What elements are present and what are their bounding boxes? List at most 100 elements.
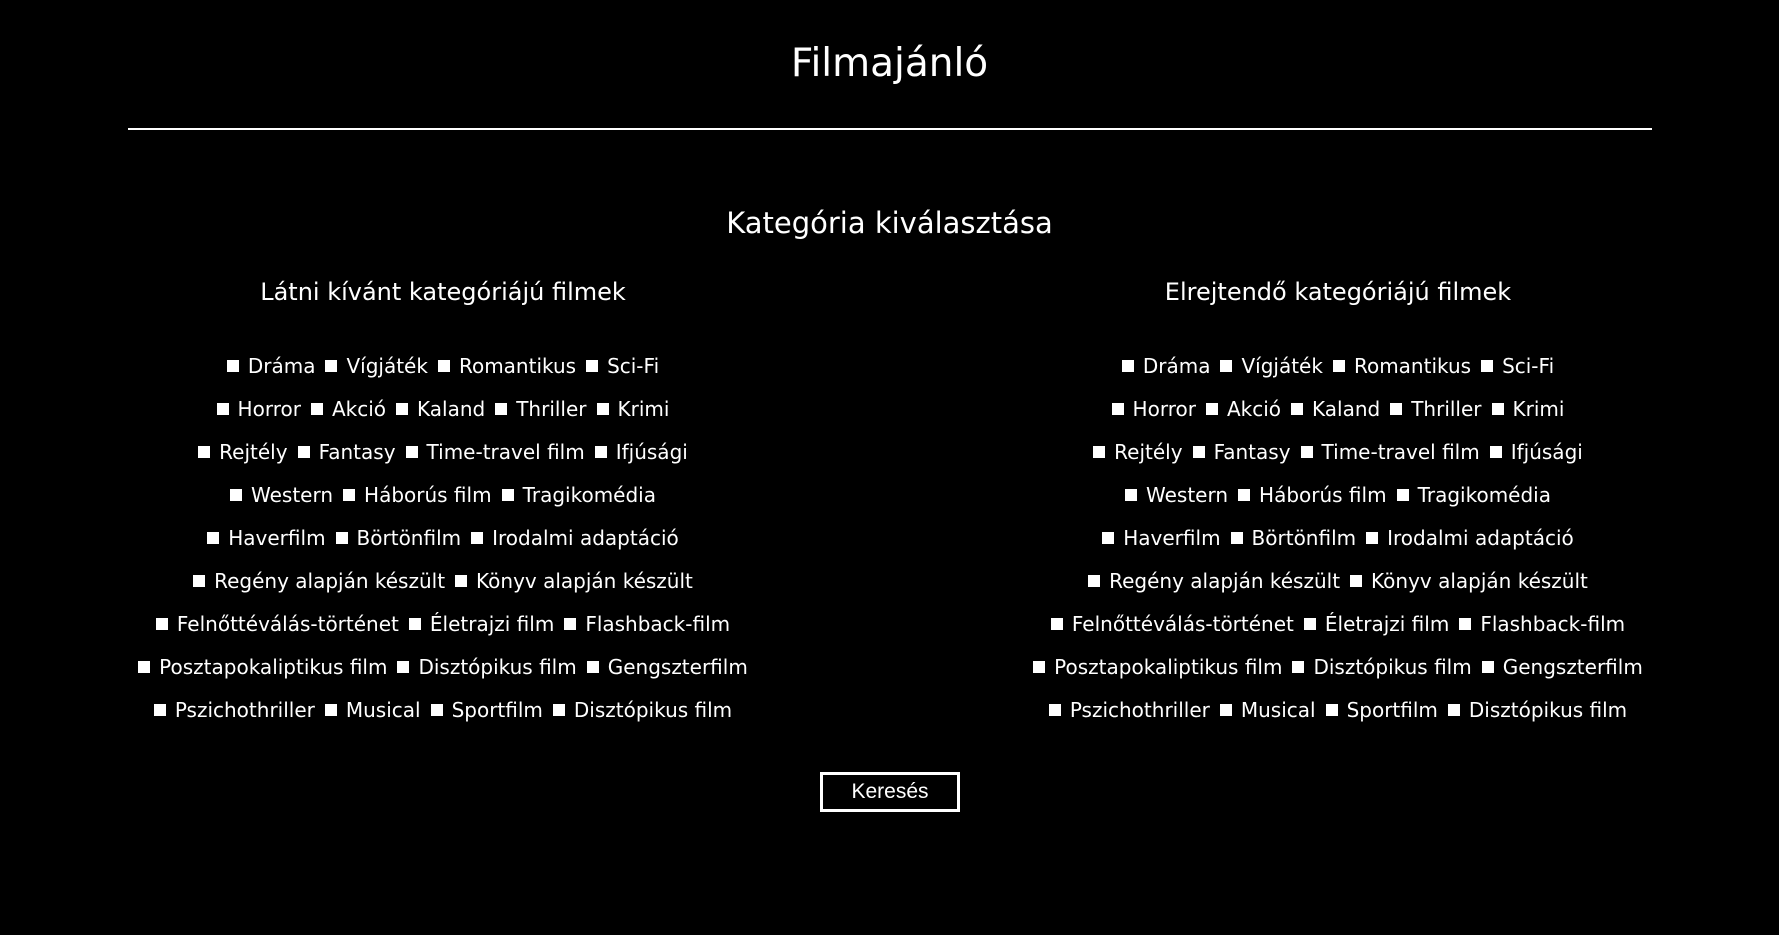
exclude-category-checkbox[interactable]: Könyv alapján készült xyxy=(1350,560,1588,603)
unchecked-square-icon[interactable] xyxy=(1291,403,1303,415)
unchecked-square-icon[interactable] xyxy=(552,704,565,716)
exclude-category-checkbox[interactable]: Vígjáték xyxy=(1220,345,1323,388)
include-category-checkbox[interactable]: Haverfilm xyxy=(207,517,326,560)
include-category-checkbox[interactable]: Vígjáték xyxy=(325,345,428,388)
unchecked-square-icon[interactable] xyxy=(1332,360,1345,372)
unchecked-square-icon[interactable] xyxy=(297,446,310,458)
unchecked-square-icon[interactable] xyxy=(1088,575,1101,587)
unchecked-square-icon[interactable] xyxy=(216,403,229,415)
unchecked-square-icon[interactable] xyxy=(1192,446,1205,458)
exclude-category-checkbox[interactable]: Tragikomédia xyxy=(1396,474,1551,517)
include-category-checkbox[interactable]: Western xyxy=(230,474,333,517)
include-category-checkbox[interactable]: Sportfilm xyxy=(430,689,543,732)
unchecked-square-icon[interactable] xyxy=(408,618,421,630)
unchecked-square-icon[interactable] xyxy=(594,446,607,458)
exclude-category-checkbox[interactable]: Musical xyxy=(1219,689,1316,732)
exclude-category-checkbox[interactable]: Akció xyxy=(1205,388,1281,431)
exclude-category-checkbox[interactable]: Western xyxy=(1125,474,1228,517)
include-category-checkbox[interactable]: Háborús film xyxy=(343,474,492,517)
unchecked-square-icon[interactable] xyxy=(1230,532,1243,544)
unchecked-square-icon[interactable] xyxy=(1481,360,1494,372)
unchecked-square-icon[interactable] xyxy=(1481,661,1494,673)
include-category-checkbox[interactable]: Akció xyxy=(310,388,386,431)
unchecked-square-icon[interactable] xyxy=(471,532,484,544)
exclude-category-checkbox[interactable]: Felnőttéválás-történet xyxy=(1050,603,1294,646)
unchecked-square-icon[interactable] xyxy=(1300,446,1313,458)
unchecked-square-icon[interactable] xyxy=(343,489,356,501)
unchecked-square-icon[interactable] xyxy=(1396,489,1409,501)
unchecked-square-icon[interactable] xyxy=(153,704,166,716)
unchecked-square-icon[interactable] xyxy=(1050,618,1063,630)
exclude-category-checkbox[interactable]: Kaland xyxy=(1291,388,1380,431)
include-category-checkbox[interactable]: Ifjúsági xyxy=(594,431,688,474)
include-category-checkbox[interactable]: Felnőttéválás-történet xyxy=(155,603,399,646)
unchecked-square-icon[interactable] xyxy=(226,360,239,372)
exclude-category-checkbox[interactable]: Pszichothriller xyxy=(1048,689,1210,732)
unchecked-square-icon[interactable] xyxy=(1048,704,1061,716)
exclude-category-checkbox[interactable]: Romantikus xyxy=(1332,345,1471,388)
search-button[interactable]: Keresés xyxy=(820,772,960,812)
include-category-checkbox[interactable]: Tragikomédia xyxy=(501,474,656,517)
unchecked-square-icon[interactable] xyxy=(138,661,151,673)
unchecked-square-icon[interactable] xyxy=(1093,446,1106,458)
unchecked-square-icon[interactable] xyxy=(325,360,338,372)
unchecked-square-icon[interactable] xyxy=(1350,575,1363,587)
unchecked-square-icon[interactable] xyxy=(1205,403,1218,415)
unchecked-square-icon[interactable] xyxy=(405,446,418,458)
include-category-checkbox[interactable]: Flashback-film xyxy=(564,603,730,646)
exclude-category-checkbox[interactable]: Irodalmi adaptáció xyxy=(1366,517,1574,560)
include-category-checkbox[interactable]: Musical xyxy=(324,689,421,732)
include-category-checkbox[interactable]: Krimi xyxy=(596,388,669,431)
unchecked-square-icon[interactable] xyxy=(1366,532,1379,544)
unchecked-square-icon[interactable] xyxy=(193,575,206,587)
exclude-category-checkbox[interactable]: Sci-Fi xyxy=(1481,345,1554,388)
exclude-category-checkbox[interactable]: Rejtély xyxy=(1093,431,1183,474)
unchecked-square-icon[interactable] xyxy=(1447,704,1460,716)
unchecked-square-icon[interactable] xyxy=(198,446,211,458)
include-category-checkbox[interactable]: Romantikus xyxy=(437,345,576,388)
unchecked-square-icon[interactable] xyxy=(324,704,337,716)
unchecked-square-icon[interactable] xyxy=(501,489,514,501)
exclude-category-checkbox[interactable]: Regény alapján készült xyxy=(1088,560,1340,603)
unchecked-square-icon[interactable] xyxy=(455,575,468,587)
unchecked-square-icon[interactable] xyxy=(495,403,508,415)
include-category-checkbox[interactable]: Börtönfilm xyxy=(335,517,461,560)
exclude-category-checkbox[interactable]: Posztapokaliptikus film xyxy=(1033,646,1282,689)
exclude-category-checkbox[interactable]: Horror xyxy=(1111,388,1196,431)
exclude-category-checkbox[interactable]: Ifjúsági xyxy=(1489,431,1583,474)
include-category-checkbox[interactable]: Rejtély xyxy=(198,431,288,474)
include-category-checkbox[interactable]: Pszichothriller xyxy=(153,689,315,732)
include-category-checkbox[interactable]: Disztópikus film xyxy=(552,689,732,732)
unchecked-square-icon[interactable] xyxy=(596,403,609,415)
unchecked-square-icon[interactable] xyxy=(1125,489,1137,501)
unchecked-square-icon[interactable] xyxy=(1238,489,1251,501)
include-category-checkbox[interactable]: Posztapokaliptikus film xyxy=(138,646,387,689)
unchecked-square-icon[interactable] xyxy=(310,403,323,415)
include-category-checkbox[interactable]: Horror xyxy=(216,388,301,431)
unchecked-square-icon[interactable] xyxy=(207,532,220,544)
unchecked-square-icon[interactable] xyxy=(1121,360,1134,372)
unchecked-square-icon[interactable] xyxy=(1292,661,1305,673)
unchecked-square-icon[interactable] xyxy=(1220,360,1233,372)
unchecked-square-icon[interactable] xyxy=(397,661,410,673)
unchecked-square-icon[interactable] xyxy=(586,360,599,372)
exclude-category-checkbox[interactable]: Életrajzi film xyxy=(1303,603,1449,646)
unchecked-square-icon[interactable] xyxy=(1489,446,1502,458)
include-category-checkbox[interactable]: Disztópikus film xyxy=(397,646,577,689)
include-category-checkbox[interactable]: Életrajzi film xyxy=(408,603,554,646)
include-category-checkbox[interactable]: Thriller xyxy=(495,388,587,431)
exclude-category-checkbox[interactable]: Krimi xyxy=(1491,388,1564,431)
include-category-checkbox[interactable]: Dráma xyxy=(226,345,315,388)
include-category-checkbox[interactable]: Sci-Fi xyxy=(586,345,659,388)
exclude-category-checkbox[interactable]: Fantasy xyxy=(1192,431,1291,474)
unchecked-square-icon[interactable] xyxy=(1303,618,1316,630)
unchecked-square-icon[interactable] xyxy=(1491,403,1504,415)
include-category-checkbox[interactable]: Regény alapján készült xyxy=(193,560,445,603)
exclude-category-checkbox[interactable]: Haverfilm xyxy=(1102,517,1221,560)
exclude-category-checkbox[interactable]: Sportfilm xyxy=(1325,689,1438,732)
unchecked-square-icon[interactable] xyxy=(155,618,168,630)
include-category-checkbox[interactable]: Fantasy xyxy=(297,431,396,474)
unchecked-square-icon[interactable] xyxy=(430,704,443,716)
exclude-category-checkbox[interactable]: Flashback-film xyxy=(1459,603,1625,646)
include-category-checkbox[interactable]: Könyv alapján készült xyxy=(455,560,693,603)
